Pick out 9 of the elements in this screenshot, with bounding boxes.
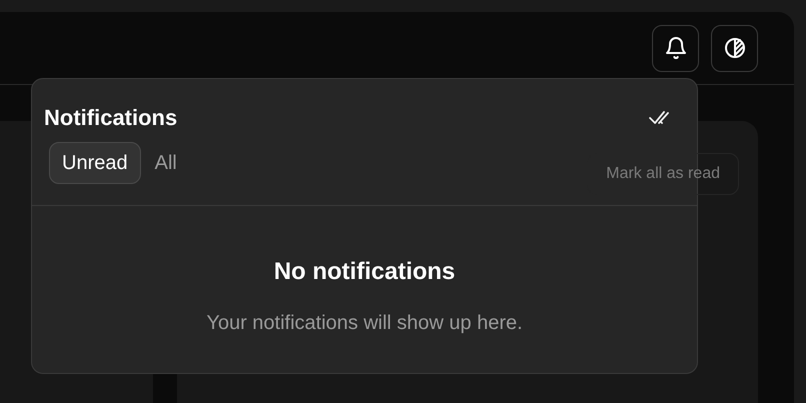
empty-state-title: No notifications [274, 257, 456, 287]
empty-state-message: Your notifications will show up here. [206, 311, 523, 336]
popover-title: Notifications [44, 104, 178, 132]
theme-toggle-button[interactable] [711, 24, 758, 72]
notifications-button[interactable] [652, 24, 699, 72]
filter-tab[interactable]: Unread [49, 142, 141, 184]
filter-tab[interactable]: All [146, 142, 185, 184]
bell-icon [664, 36, 688, 60]
contrast-icon [722, 36, 746, 60]
